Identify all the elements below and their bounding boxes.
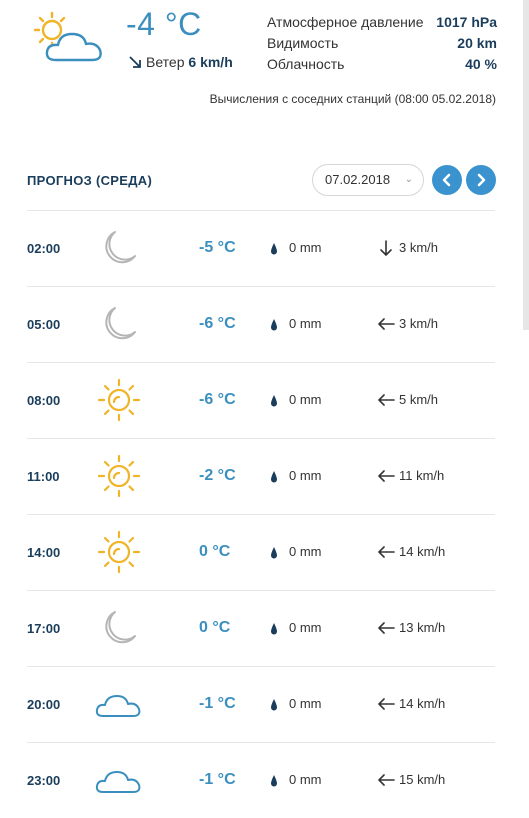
forecast-time: 08:00 [27,393,61,408]
wind-value: 6 km/h [188,54,233,70]
precipitation-icon [270,622,278,635]
forecast-time: 11:00 [27,469,60,484]
forecast-row: 17:00 0 °C 0 mm 13 km/h [27,590,495,666]
precipitation-icon [270,698,278,711]
forecast-row: 05:00 -6 °C 0 mm 3 km/h [27,286,495,362]
forecast-time: 23:00 [27,773,61,788]
forecast-precipitation: 0 mm [289,392,322,407]
precipitation-icon [270,318,278,331]
wind-label: Ветер [146,54,185,70]
current-stats: Атмосферное давление 1017 hPa Видимость 20… [267,12,497,75]
current-wind: Ветер 6 km/h [128,54,233,70]
left-arrow-icon [377,544,395,560]
forecast-precipitation: 0 mm [289,316,322,331]
left-arrow-icon [377,696,395,712]
moon-icon [95,606,143,650]
moon-icon [95,302,143,346]
precipitation-icon [270,394,278,407]
forecast-temperature: -1 °C [199,771,236,788]
forecast-wind: 14 km/h [399,544,446,559]
forecast-time: 02:00 [27,241,61,256]
station-note: Вычисления с соседних станций (08:00 05.… [209,92,496,106]
precipitation-icon [270,470,278,483]
forecast-row: 20:00 -1 °C 0 mm 14 km/h [27,666,495,742]
wind-direction-icon [129,56,141,68]
forecast-row: 14:00 0 °C 0 mm 14 km/h [27,514,495,590]
forecast-temperature: -6 °C [199,391,236,408]
forecast-temperature: -2 °C [199,467,236,484]
forecast-time: 20:00 [27,697,61,712]
chevron-left-icon [442,173,451,187]
moon-icon [95,226,143,270]
forecast-precipitation: 0 mm [289,772,322,787]
forecast-wind: 5 km/h [399,392,439,407]
partly-cloudy-icon [33,11,102,62]
forecast-wind: 14 km/h [399,696,446,711]
stat-cloudiness: Облачность 40 % [267,56,497,72]
forecast-temperature: -6 °C [199,315,236,332]
forecast-precipitation: 0 mm [289,620,322,635]
forecast-temperature: 0 °C [199,619,231,636]
chevron-down-icon: ⌄ [404,174,413,185]
forecast-wind: 13 km/h [399,620,446,635]
stat-pressure: Атмосферное давление 1017 hPa [267,14,497,30]
next-day-button[interactable] [466,165,496,195]
forecast-title: ПРОГНОЗ (СРЕДА) [27,173,153,188]
forecast-wind: 3 km/h [399,240,439,255]
forecast-precipitation: 0 mm [289,468,322,483]
forecast-row: 02:00 -5 °C 0 mm 3 km/h [27,210,495,286]
cloud-icon [95,682,143,726]
forecast-row: 08:00 -6 °C 0 mm 5 km/h [27,362,495,438]
down-arrow-icon [377,240,395,256]
prev-day-button[interactable] [432,165,462,195]
left-arrow-icon [377,772,395,788]
left-arrow-icon [377,620,395,636]
current-weather: -4 °C Ветер 6 km/h Атмосферное давление 1… [0,0,529,120]
forecast-wind: 11 km/h [399,468,445,483]
sun-icon [95,454,143,498]
left-arrow-icon [377,316,395,332]
forecast-time: 17:00 [27,621,61,636]
precipitation-icon [270,774,278,787]
forecast-temperature: 0 °C [199,543,231,560]
forecast-temperature: -5 °C [199,239,236,256]
cloud-icon [95,758,143,802]
forecast-precipitation: 0 mm [289,696,322,711]
stat-visibility: Видимость 20 km [267,35,497,51]
forecast-row: 11:00 -2 °C 0 mm 11 km/h [27,438,495,514]
sun-icon [95,378,143,422]
forecast-precipitation: 0 mm [289,240,322,255]
date-select[interactable]: 07.02.2018 ⌄ [312,164,424,196]
forecast-temperature: -1 °C [199,695,236,712]
left-arrow-icon [377,392,395,408]
precipitation-icon [270,242,278,255]
left-arrow-icon [377,468,395,484]
precipitation-icon [270,546,278,559]
forecast-wind: 3 km/h [399,316,439,331]
forecast-precipitation: 0 mm [289,544,322,559]
chevron-right-icon [477,173,486,187]
date-value: 07.02.2018 [325,172,391,187]
current-temperature: -4 °C [126,6,202,42]
forecast-list: 02:00 -5 °C 0 mm 3 km/h 05:00 -6 °C 0 mm 3 km/h… [27,210,495,818]
sun-icon [95,530,143,574]
forecast-time: 05:00 [27,317,61,332]
forecast-wind: 15 km/h [399,772,446,787]
forecast-time: 14:00 [27,545,61,560]
